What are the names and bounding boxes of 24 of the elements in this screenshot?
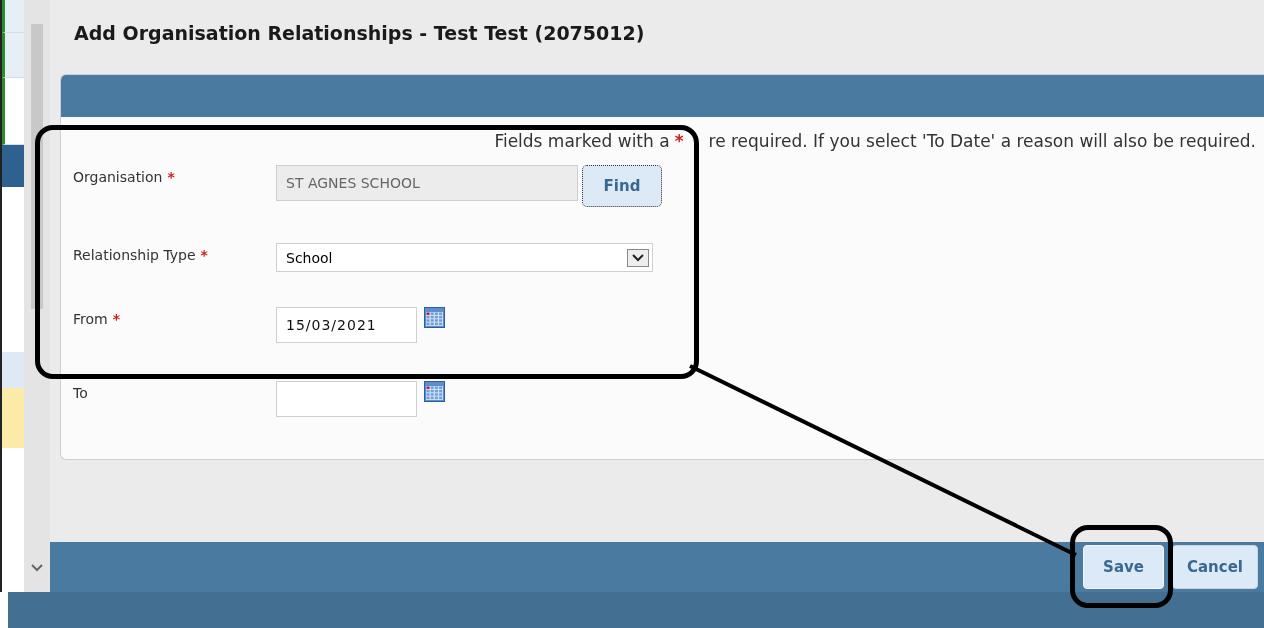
required-note: Fields marked with a: [494, 131, 670, 151]
required-mark: *: [674, 131, 684, 151]
field-label: Organisation: [73, 169, 163, 185]
required-note: re required. If you select 'To Date' a reason will also be required.: [708, 131, 1256, 151]
select-value: School: [286, 249, 333, 266]
field-label: To: [73, 385, 88, 401]
required-mark: *: [200, 247, 208, 263]
relationship-type-select[interactable]: School: [276, 243, 653, 272]
save-button[interactable]: Save: [1083, 545, 1164, 589]
sidebar-band: [2, 145, 24, 187]
required-mark: *: [112, 311, 120, 327]
sidebar-tab[interactable]: [2, 33, 24, 78]
sidebar-tab[interactable]: [2, 0, 24, 33]
date-field[interactable]: [276, 381, 417, 417]
required-mark: *: [167, 169, 175, 185]
calendar-icon[interactable]: [424, 381, 445, 402]
chevron-down-icon[interactable]: [31, 564, 43, 572]
field-label: From: [73, 311, 108, 327]
field-label: Relationship Type: [73, 247, 196, 263]
dialog-title: Add Organisation Relationships - Test Test (2075012): [74, 22, 646, 46]
sidebar-tab[interactable]: [2, 78, 24, 145]
date-field[interactable]: 15/03/2021: [276, 307, 417, 343]
calendar-icon[interactable]: [424, 307, 445, 328]
cancel-button[interactable]: Cancel: [1172, 545, 1258, 589]
